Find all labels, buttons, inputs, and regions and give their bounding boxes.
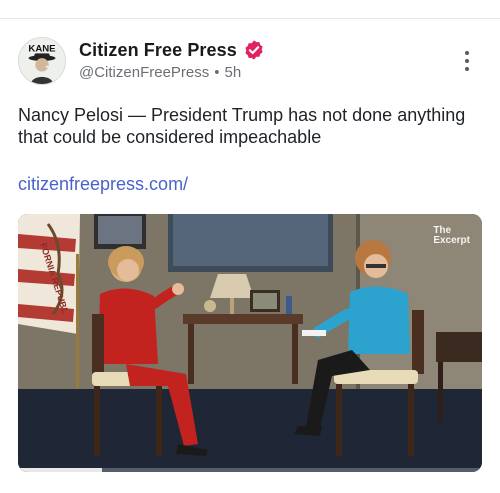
media-video[interactable]: FORNIA REPUBL The Excerpt [18, 214, 482, 472]
avatar-text: KANE [28, 43, 56, 54]
avatar-image: KANE [19, 38, 65, 84]
media-watermark: The Excerpt [433, 225, 470, 246]
media-scene: FORNIA REPUBL [18, 214, 482, 472]
post-text: Nancy Pelosi — President Trump has not d… [18, 105, 466, 147]
verified-badge-icon [243, 39, 265, 61]
author-handle[interactable]: @CitizenFreePress [79, 64, 209, 81]
author-name-row: Citizen Free Press [79, 37, 265, 63]
more-vertical-icon[interactable] [458, 50, 476, 72]
top-divider [0, 18, 500, 19]
author-display-name[interactable]: Citizen Free Press [79, 40, 237, 61]
video-progress-bar[interactable] [18, 468, 482, 472]
separator-dot: • [214, 64, 220, 81]
author-handle-row: @CitizenFreePress • 5h [79, 64, 241, 81]
avatar[interactable]: KANE [18, 37, 66, 85]
post-timestamp[interactable]: 5h [225, 64, 242, 81]
post-link[interactable]: citizenfreepress.com/ [18, 174, 188, 195]
video-progress-fill [18, 468, 102, 472]
